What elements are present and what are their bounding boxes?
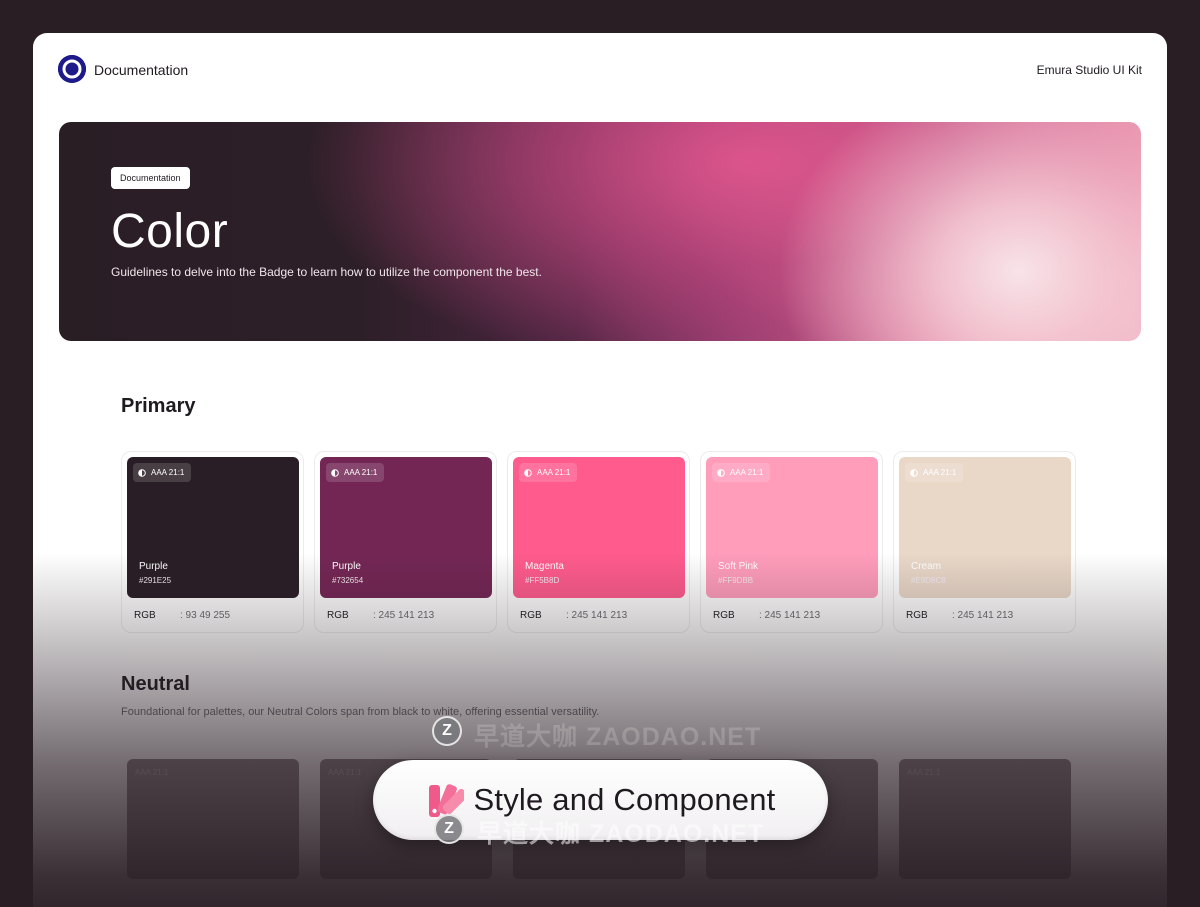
contrast-badge: AAA 21:1 [905,463,964,482]
contrast-label: AAA 21:1 [344,468,378,477]
contrast-badge: AAA 21:1 [712,463,771,482]
watermark-text: 早道大咖 ZAODAO.NET [477,820,765,848]
contrast-icon [138,468,146,477]
color-swatch: AAA 21:1 Magenta #FF5B8D [513,457,685,598]
rgb-label: RGB [906,610,928,621]
watermark-text: 早道大咖 ZAODAO.NET [474,723,762,751]
watermark-logo-icon: Z [434,814,464,844]
color-card-magenta[interactable]: AAA 21:1 Magenta #FF5B8D RGB : 245 141 2… [507,451,690,633]
contrast-label: AAA 21:1 [135,768,169,777]
contrast-badge: AAA 21:1 [326,463,385,482]
rgb-label: RGB [327,610,349,621]
color-hex: #E9D8C8 [911,576,946,585]
pill-label: Style and Component [473,782,776,817]
top-bar: Documentation Emura Studio UI Kit [33,33,1167,107]
contrast-badge: AAA 21:1 [133,463,192,482]
rgb-label: RGB [520,610,542,621]
rgb-value: : 245 141 213 [952,610,1014,621]
contrast-badge: AAA 21:1 [519,463,578,482]
color-name: Purple [139,561,168,572]
contrast-icon [331,468,339,477]
logo-icon[interactable] [58,55,86,83]
color-name: Cream [911,561,942,572]
rgb-value: : 245 141 213 [373,610,435,621]
page-title: Color [111,205,229,258]
contrast-icon [717,468,725,477]
color-card-purple-dark[interactable]: AAA 21:1 Purple #291E25 RGB : 93 49 255 [121,451,304,633]
kit-name-link[interactable]: Emura Studio UI Kit [1037,63,1142,77]
color-swatch: AAA 21:1 Purple #732654 [320,457,492,598]
hero-banner: Documentation Color Guidelines to delve … [59,122,1141,341]
color-hex: #732654 [332,576,364,585]
color-swatch: AAA 21:1 Cream #E9D8C8 [899,457,1071,598]
neutral-card-ghost: AAA 21:1 [899,759,1071,879]
primary-section-title: Primary [121,395,196,417]
rgb-label: RGB [713,610,735,621]
color-name: Magenta [525,561,564,572]
rgb-label: RGB [134,610,156,621]
watermark-logo-icon: Z [432,716,462,746]
color-card-purple[interactable]: AAA 21:1 Purple #732654 RGB : 245 141 21… [314,451,497,633]
neutral-card-ghost: AAA 21:1 [127,759,299,879]
contrast-label: AAA 21:1 [907,768,941,777]
rgb-value: : 93 49 255 [180,610,231,621]
contrast-icon [910,468,918,477]
contrast-label: AAA 21:1 [730,468,764,477]
page-subtitle: Guidelines to delve into the Badge to le… [111,265,542,279]
color-swatch: AAA 21:1 Purple #291E25 [127,457,299,598]
contrast-icon [524,468,532,477]
color-name: Soft Pink [718,561,759,572]
brand-title[interactable]: Documentation [94,62,188,78]
color-hex: #291E25 [139,576,172,585]
rgb-value: : 245 141 213 [566,610,628,621]
contrast-label: AAA 21:1 [151,468,185,477]
hero-badge: Documentation [111,167,190,189]
contrast-label: AAA 21:1 [537,468,571,477]
neutral-section-title: Neutral [121,673,190,695]
color-card-soft-pink[interactable]: AAA 21:1 Soft Pink #FF9DBB RGB : 245 141… [700,451,883,633]
rgb-value: : 245 141 213 [759,610,821,621]
color-name: Purple [332,561,361,572]
color-card-cream[interactable]: AAA 21:1 Cream #E9D8C8 RGB : 245 141 213 [893,451,1076,633]
color-swatch: AAA 21:1 Soft Pink #FF9DBB [706,457,878,598]
contrast-label: AAA 21:1 [328,768,362,777]
contrast-label: AAA 21:1 [923,468,957,477]
color-hex: #FF9DBB [718,576,754,585]
color-hex: #FF5B8D [525,576,560,585]
